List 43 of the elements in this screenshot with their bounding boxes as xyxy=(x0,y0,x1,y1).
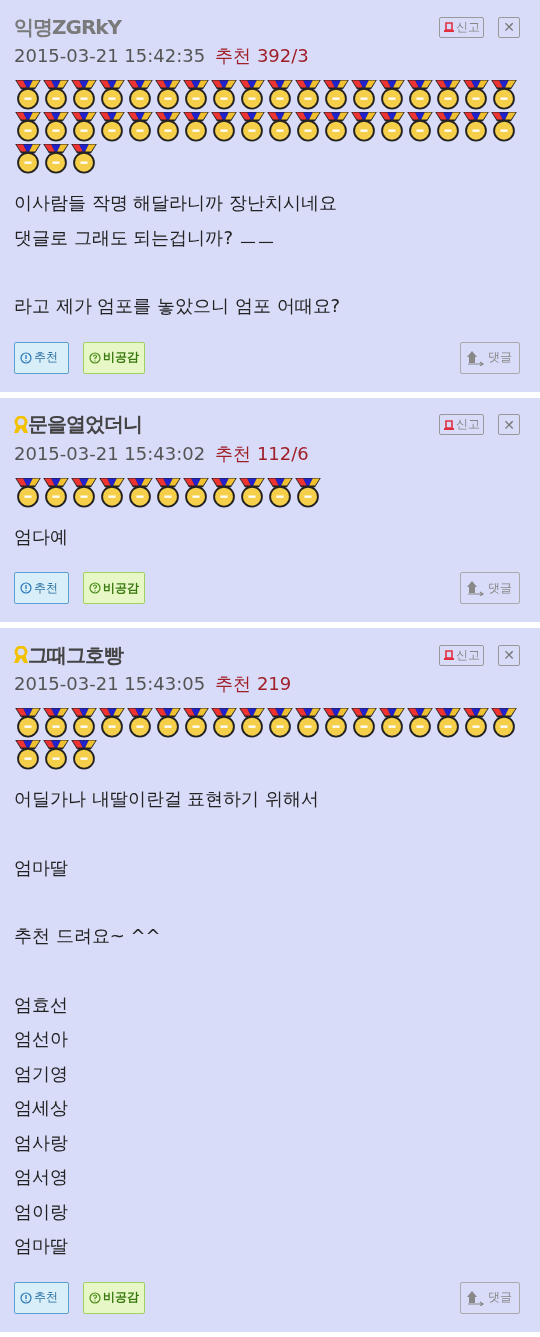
disagree-button[interactable]: 비공감 xyxy=(83,341,145,374)
siren-icon xyxy=(443,21,455,33)
author-name: 그때그호빵 xyxy=(28,641,123,669)
comment-text: 어딜가나 내딸이란걸 표현하기 위해서 xyxy=(14,787,321,811)
recommend-button[interactable]: 추천 xyxy=(14,341,69,374)
comment-text: 추천 드려요~ ^^ xyxy=(14,924,162,948)
report-button[interactable]: 신고 xyxy=(439,16,484,38)
reply-button[interactable]: 댓글 xyxy=(460,341,520,374)
question-icon xyxy=(89,582,101,594)
comment-text: 엄효선 엄선아 엄기영 엄세상 엄사랑 엄서영 엄이랑 엄마딸 xyxy=(14,992,69,1258)
recommend-button[interactable]: 추천 xyxy=(14,572,69,604)
reply-arrow-icon xyxy=(466,349,486,366)
report-button[interactable]: 신고 xyxy=(439,414,484,435)
siren-icon xyxy=(443,649,455,661)
close-button[interactable]: ✕ xyxy=(498,16,520,38)
comment-date: 2015-03-21 15:43:02 xyxy=(14,442,206,464)
exclamation-icon xyxy=(20,1291,32,1304)
recommend-count: 추천 112/6 xyxy=(215,441,309,466)
comment-text: 엄마딸 xyxy=(14,855,69,880)
disagree-button[interactable]: 비공감 xyxy=(83,1281,145,1314)
question-icon xyxy=(89,1291,101,1304)
author-name: 익명ZGRkY xyxy=(14,13,122,41)
reply-arrow-icon xyxy=(466,1289,486,1306)
recommend-count: 추천 392/3 xyxy=(215,44,309,68)
exclamation-icon xyxy=(20,582,32,594)
comment-text: 이사람들 작명 해달라니까 장난치시네요 댓글로 그래도 되는겁니까? ㅡㅡ xyxy=(14,191,339,250)
author-name: 문을열었더니 xyxy=(28,411,142,438)
report-button[interactable]: 신고 xyxy=(439,644,484,666)
reply-button[interactable]: 댓글 xyxy=(460,1281,520,1314)
comment-date: 2015-03-21 15:43:05 xyxy=(14,673,206,694)
comment-text: 라고 제가 엄포를 놓았으니 엄포 어때요? xyxy=(14,294,342,318)
question-icon xyxy=(89,351,101,364)
disagree-button[interactable]: 비공감 xyxy=(83,572,145,604)
comment-date: 2015-03-21 15:42:35 xyxy=(14,45,206,66)
close-button[interactable]: ✕ xyxy=(498,644,520,666)
recommend-count: 추천 219 xyxy=(215,672,292,696)
reply-button[interactable]: 댓글 xyxy=(460,572,520,604)
comment-text: 엄다예 xyxy=(14,524,69,549)
recommend-button[interactable]: 추천 xyxy=(14,1281,69,1314)
reply-arrow-icon xyxy=(466,580,486,596)
siren-icon xyxy=(443,418,455,431)
exclamation-icon xyxy=(20,351,32,364)
close-button[interactable]: ✕ xyxy=(498,414,520,435)
